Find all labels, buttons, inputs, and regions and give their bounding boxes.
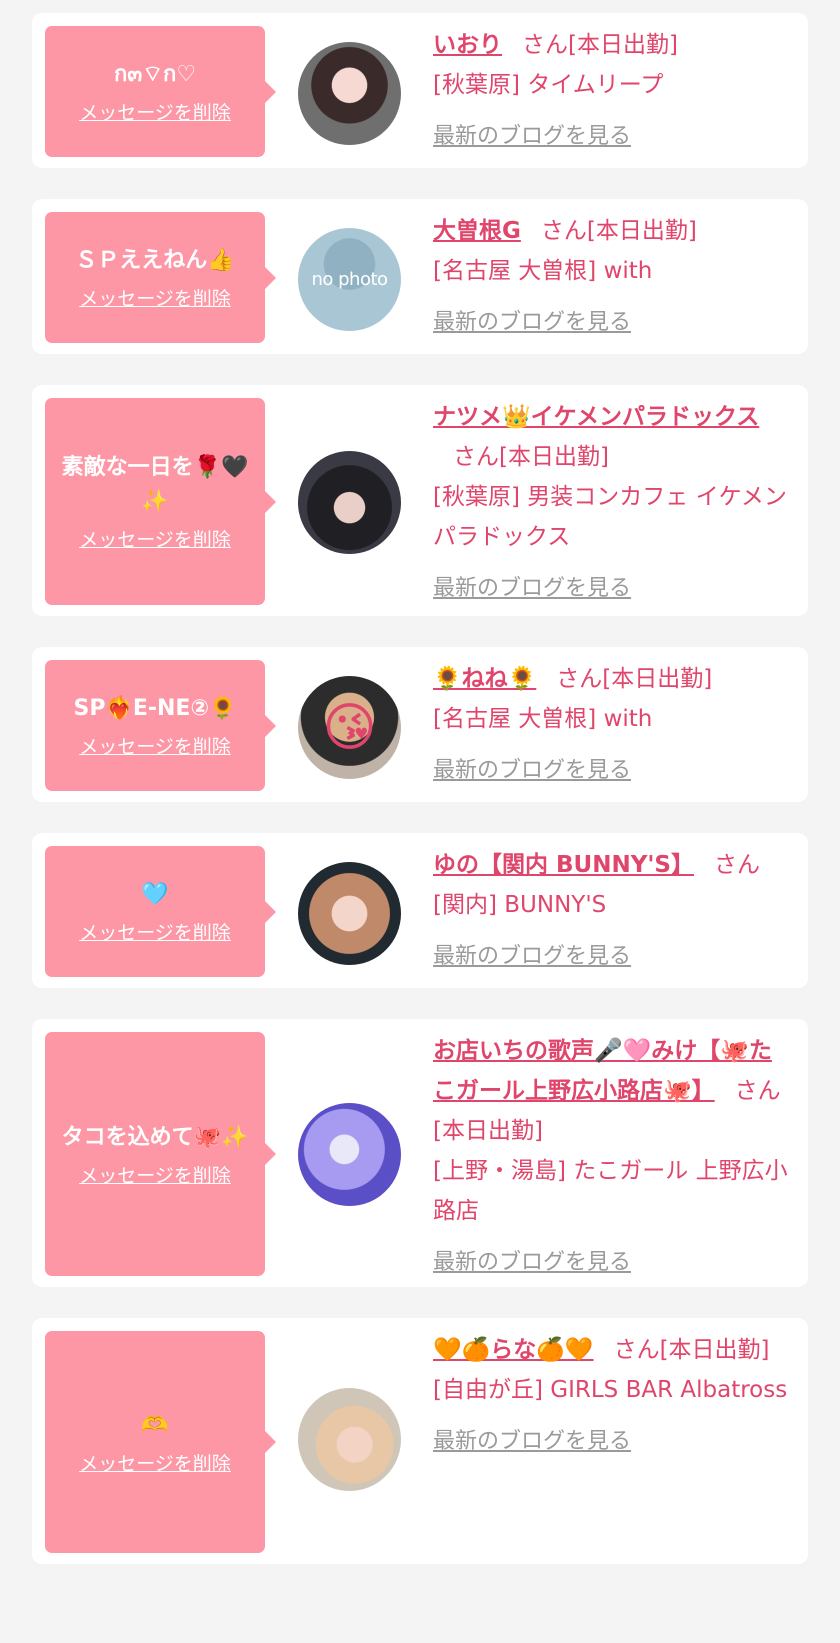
message-card: 🩵 メッセージを削除 ゆの【関内 BUNNY'S】 さん [関内] BUNNY'S… — [32, 833, 808, 988]
avatar[interactable] — [298, 862, 401, 965]
cast-status: さん[本日出勤] — [556, 666, 713, 692]
message-text: タコを込めて🐙✨ — [61, 1124, 249, 1150]
message-text: 🩵 — [141, 882, 169, 907]
cast-status: さん[本日出勤] — [522, 32, 678, 58]
message-text: 🫶 — [141, 1412, 169, 1438]
cast-name-link[interactable]: 大曽根G — [433, 218, 521, 244]
cast-name-link[interactable]: 🌻ねね🌻 — [433, 666, 536, 692]
message-card: 🫶 メッセージを削除 🧡🍊らな🍊🧡 さん[本日出勤] [自由が丘] GIRLS B… — [32, 1318, 808, 1564]
shop-name: [秋葉原] 男装コンカフェ イケメンパラドックス — [433, 484, 787, 550]
delete-message-link[interactable]: メッセージを削除 — [79, 98, 231, 125]
cast-status: さん[本日出勤] — [453, 444, 609, 470]
shop-name: [自由が丘] GIRLS BAR Albatross — [433, 1377, 788, 1403]
message-bubble: 🩵 メッセージを削除 — [45, 846, 276, 977]
cast-info: ナツメ👑イケメンパラドックスさん[本日出勤] [秋葉原] 男装コンカフェ イケメ… — [433, 397, 792, 609]
message-bubble: タコを込めて🐙✨ メッセージを削除 — [45, 1032, 276, 1276]
avatar[interactable] — [298, 451, 401, 554]
delete-message-link[interactable]: メッセージを削除 — [79, 284, 231, 311]
message-text: 素敵な一日を🌹🖤✨ — [61, 455, 249, 514]
delete-message-link[interactable]: メッセージを削除 — [79, 525, 231, 552]
kiss-emoji-photo-icon: 😘 — [322, 697, 377, 758]
cast-name-link[interactable]: ゆの【関内 BUNNY'S】 — [433, 852, 694, 878]
blog-link[interactable]: 最新のブログを見る — [433, 303, 631, 343]
shop-name: [上野・湯島] たこガール 上野広小路店 — [433, 1158, 788, 1224]
blog-link[interactable]: 最新のブログを見る — [433, 1422, 631, 1462]
cast-info: お店いちの歌声🎤🩷みけ【🐙たこガール上野広小路店🐙】 さん[本日出勤] [上野・湯… — [433, 1031, 792, 1283]
shop-name: [関内] BUNNY'S — [433, 892, 607, 918]
avatar[interactable]: no photo — [298, 228, 401, 331]
blog-link[interactable]: 最新のブログを見る — [433, 569, 631, 609]
avatar[interactable] — [298, 42, 401, 145]
blog-link[interactable]: 最新のブログを見る — [433, 1243, 631, 1283]
cast-name-link[interactable]: ナツメ👑イケメンパラドックス — [433, 404, 759, 430]
message-bubble: 🫶 メッセージを削除 — [45, 1331, 276, 1553]
message-text: ก๓⌔ก♡ — [113, 62, 197, 87]
delete-message-link[interactable]: メッセージを削除 — [79, 918, 231, 945]
message-card: ก๓⌔ก♡ メッセージを削除 いおり さん[本日出勤] [秋葉原] タイムリープ … — [32, 13, 808, 168]
delete-message-link[interactable]: メッセージを削除 — [79, 1449, 231, 1476]
cast-info: 大曽根G さん[本日出勤] [名古屋 大曽根] with 最新のブログを見る — [433, 211, 792, 343]
cast-status: さん — [713, 852, 760, 878]
message-card: ＳＰええねん👍 メッセージを削除 no photo 大曽根G さん[本日出勤] [… — [32, 199, 808, 354]
shop-name: [名古屋 大曽根] with — [433, 706, 653, 732]
no-photo-icon: no photo — [311, 269, 388, 290]
cast-name-link[interactable]: いおり — [433, 32, 502, 58]
delete-message-link[interactable]: メッセージを削除 — [79, 1161, 231, 1188]
avatar[interactable] — [298, 1388, 401, 1491]
blog-link[interactable]: 最新のブログを見る — [433, 751, 631, 791]
message-bubble: ก๓⌔ก♡ メッセージを削除 — [45, 26, 276, 157]
message-bubble: ＳＰええねん👍 メッセージを削除 — [45, 212, 276, 343]
cast-status: さん[本日出勤] — [613, 1337, 770, 1363]
cast-name-link[interactable]: お店いちの歌声🎤🩷みけ【🐙たこガール上野広小路店🐙】 — [433, 1038, 772, 1104]
blog-link[interactable]: 最新のブログを見る — [433, 117, 631, 157]
message-card: タコを込めて🐙✨ メッセージを削除 お店いちの歌声🎤🩷みけ【🐙たこガール上野広小… — [32, 1019, 808, 1287]
shop-name: [名古屋 大曽根] with — [433, 258, 653, 284]
cast-info: 🧡🍊らな🍊🧡 さん[本日出勤] [自由が丘] GIRLS BAR Albatros… — [433, 1330, 792, 1462]
message-card: SP❤️‍🔥E-NE②🌻 メッセージを削除 😘 🌻ねね🌻 さん[本日出勤] [名古… — [32, 647, 808, 802]
cast-status: さん[本日出勤] — [540, 218, 697, 244]
blog-link[interactable]: 最新のブログを見る — [433, 937, 631, 977]
message-bubble: 素敵な一日を🌹🖤✨ メッセージを削除 — [45, 398, 276, 605]
avatar[interactable] — [298, 1103, 401, 1206]
cast-info: ゆの【関内 BUNNY'S】 さん [関内] BUNNY'S 最新のブログを見る — [433, 845, 792, 977]
avatar[interactable]: 😘 — [298, 676, 401, 779]
cast-name-link[interactable]: 🧡🍊らな🍊🧡 — [433, 1337, 594, 1363]
cast-info: 🌻ねね🌻 さん[本日出勤] [名古屋 大曽根] with 最新のブログを見る — [433, 659, 792, 791]
shop-name: [秋葉原] タイムリープ — [433, 72, 664, 98]
cast-info: いおり さん[本日出勤] [秋葉原] タイムリープ 最新のブログを見る — [433, 25, 792, 157]
message-card: 素敵な一日を🌹🖤✨ メッセージを削除 ナツメ👑イケメンパラドックスさん[本日出勤… — [32, 385, 808, 616]
message-text: ＳＰええねん👍 — [75, 248, 235, 273]
message-text: SP❤️‍🔥E-NE②🌻 — [73, 696, 237, 721]
message-list: ก๓⌔ก♡ メッセージを削除 いおり さん[本日出勤] [秋葉原] タイムリープ … — [0, 0, 840, 1643]
delete-message-link[interactable]: メッセージを削除 — [79, 732, 231, 759]
message-bubble: SP❤️‍🔥E-NE②🌻 メッセージを削除 — [45, 660, 276, 791]
